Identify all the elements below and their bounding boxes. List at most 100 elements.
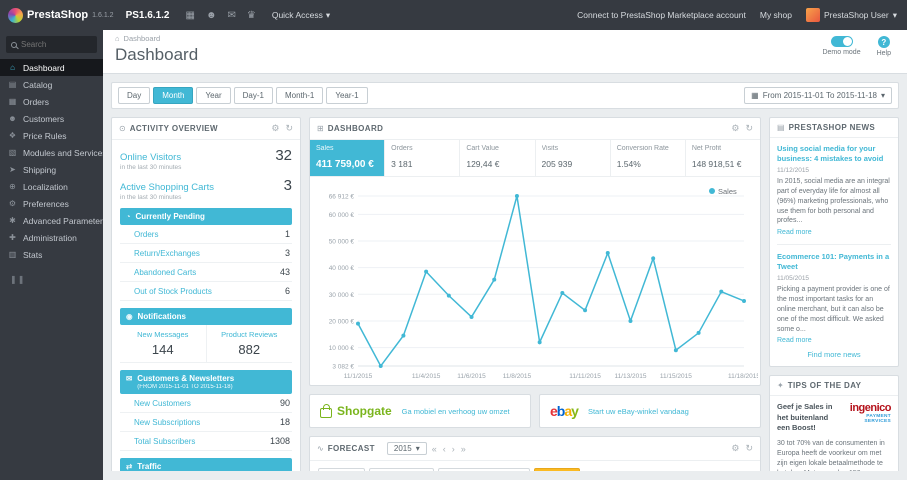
- pending-orders-link[interactable]: Orders: [134, 230, 158, 239]
- kpi-net-profit[interactable]: Net Profit 148 918,51 €: [686, 140, 760, 176]
- news-article-title[interactable]: Ecommerce 101: Payments in a Tweet: [777, 252, 891, 272]
- help-control[interactable]: ? Help: [877, 36, 891, 57]
- svg-text:11/11/2015: 11/11/2015: [569, 373, 601, 380]
- news-article-excerpt: In 2015, social media are an integral pa…: [777, 178, 890, 225]
- orders-notification-icon[interactable]: ▦: [185, 10, 194, 21]
- returns-link[interactable]: Return/Exchanges: [134, 249, 200, 258]
- kpi-cart-value[interactable]: Cart Value 129,44 €: [460, 140, 536, 176]
- ingenico-logo: ingenico PAYMENT SERVICES: [839, 402, 892, 432]
- kpi-conversion-rate[interactable]: Conversion Rate 1.54%: [611, 140, 686, 176]
- online-visitors-link[interactable]: Online Visitors: [120, 152, 181, 163]
- sidebar-item-preferences[interactable]: ⚙ Preferences: [0, 195, 103, 212]
- gear-icon[interactable]: ⚙: [731, 443, 739, 454]
- date-range-picker[interactable]: ▦ From 2015-11-01 To 2015-11-18 ▾: [744, 87, 892, 104]
- legend-traffic[interactable]: Traffic: [318, 468, 366, 471]
- sidebar-item-shipping[interactable]: ➤ Shipping: [0, 161, 103, 178]
- shopgate-module: Shopgate Ga mobiel en verhoog uw omzet: [309, 394, 531, 428]
- range-month-minus-1-button[interactable]: Month-1: [275, 87, 324, 104]
- sidebar-collapse-toggle[interactable]: ❚❚: [0, 263, 103, 296]
- kpi-orders[interactable]: Orders 3 181: [385, 140, 461, 176]
- year-select[interactable]: 2015 ▾: [386, 442, 427, 455]
- messages-notification-icon[interactable]: ✉: [227, 10, 235, 21]
- stats-icon: ▥: [8, 250, 17, 259]
- sidebar-item-modules[interactable]: ▧ Modules and Services: [0, 144, 103, 161]
- chevron-down-icon: ▾: [892, 9, 897, 20]
- prestashop-logo-icon: [8, 7, 23, 23]
- badges-icon[interactable]: ♛: [247, 10, 256, 21]
- range-year-button[interactable]: Year: [196, 87, 231, 104]
- sidebar-search[interactable]: [6, 36, 97, 53]
- legend-average-cart-value[interactable]: Average Cart Value: [438, 468, 531, 471]
- next-year-button[interactable]: ›: [451, 444, 456, 454]
- refresh-icon[interactable]: ↻: [285, 123, 293, 134]
- sidebar-item-price-rules[interactable]: ❖ Price Rules: [0, 127, 103, 144]
- demo-mode-control[interactable]: Demo mode: [822, 36, 861, 57]
- kpi-visits[interactable]: Visits 205 939: [536, 140, 611, 176]
- sidebar-item-dashboard[interactable]: ⌂ Dashboard: [0, 59, 103, 76]
- user-menu[interactable]: PrestaShop User ▾: [805, 8, 897, 22]
- refresh-icon[interactable]: ↻: [745, 123, 753, 134]
- my-shop-link[interactable]: My shop: [760, 10, 792, 20]
- active-carts-sub: in the last 30 minutes: [120, 194, 182, 201]
- find-more-news-link[interactable]: Find more news: [777, 345, 891, 362]
- range-day-button[interactable]: Day: [118, 87, 151, 104]
- legend-sales[interactable]: Sales: [534, 468, 580, 471]
- prestashop-logo[interactable]: PrestaShop 1.6.1.2: [0, 7, 122, 23]
- range-month-button[interactable]: Month: [153, 87, 194, 104]
- help-icon: ?: [877, 36, 890, 48]
- svg-text:11/1/2015: 11/1/2015: [344, 373, 373, 380]
- ingenico-tagline: PAYMENT SERVICES: [864, 414, 891, 425]
- last-year-button[interactable]: »: [460, 444, 467, 454]
- ebay-module: ebay Start uw eBay-winkel vandaag: [539, 394, 761, 428]
- search-input[interactable]: [21, 40, 89, 49]
- out-of-stock-link[interactable]: Out of Stock Products: [134, 287, 212, 296]
- sidebar-item-customers[interactable]: ☻ Customers: [0, 110, 103, 127]
- range-year-minus-1-button[interactable]: Year-1: [326, 87, 368, 104]
- demo-mode-toggle[interactable]: [830, 36, 853, 47]
- new-messages-cell[interactable]: New Messages 144: [120, 325, 206, 362]
- breadcrumb[interactable]: ⌂ Dashboard: [115, 34, 895, 43]
- previous-year-button[interactable]: ‹: [442, 444, 447, 454]
- kpi-sales[interactable]: Sales 411 759,00 €: [310, 140, 386, 176]
- shopgate-link[interactable]: Ga mobiel en verhoog uw omzet: [402, 407, 510, 416]
- new-customers-link[interactable]: New Customers: [134, 399, 191, 408]
- user-name: PrestaShop User: [823, 10, 889, 20]
- abandoned-carts-link[interactable]: Abandoned Carts: [134, 268, 196, 277]
- sidebar-item-advanced-parameters[interactable]: ✱ Advanced Parameters: [0, 212, 103, 229]
- home-icon: ⌂: [10, 63, 15, 72]
- forecast-icon: ∿: [317, 444, 324, 453]
- panel-title: DASHBOARD: [327, 124, 384, 133]
- panel-title: ACTIVITY OVERVIEW: [129, 124, 218, 133]
- kpi-label: Cart Value: [466, 145, 499, 152]
- marketplace-connect-link[interactable]: Connect to PrestaShop Marketplace accoun…: [577, 10, 746, 20]
- gear-icon[interactable]: ⚙: [731, 123, 739, 134]
- total-subscribers-link[interactable]: Total Subscribers: [134, 437, 195, 446]
- panel-tools: ⚙ ↻: [271, 123, 293, 134]
- customers-notification-icon[interactable]: ☻: [206, 10, 217, 21]
- sales-chart-container: 66 912 € 60 000 € 50 000 € 40 000 € 30 000 €…: [310, 177, 761, 385]
- new-subscriptions-link[interactable]: New Subscriptions: [134, 418, 200, 427]
- quick-access-menu[interactable]: Quick Access ▾: [272, 10, 330, 21]
- read-more-link[interactable]: Read more: [777, 229, 812, 236]
- refresh-icon[interactable]: ↻: [745, 443, 753, 454]
- product-reviews-cell[interactable]: Product Reviews 882: [205, 325, 293, 362]
- first-year-button[interactable]: «: [431, 444, 438, 454]
- sidebar-item-orders[interactable]: ▦ Orders: [0, 93, 103, 110]
- active-carts-link[interactable]: Active Shopping Carts: [120, 182, 214, 193]
- legend-conversion[interactable]: Conversion: [369, 468, 435, 471]
- folder-icon: ▤: [8, 80, 17, 89]
- range-day-minus-1-button[interactable]: Day-1: [233, 87, 273, 104]
- sidebar-item-stats[interactable]: ▥ Stats: [0, 246, 103, 263]
- gear-icon[interactable]: ⚙: [271, 123, 279, 134]
- activity-body: Online Visitors 32 in the last 30 minute…: [112, 140, 300, 471]
- svg-text:60 000 €: 60 000 €: [329, 212, 355, 219]
- sidebar-item-catalog[interactable]: ▤ Catalog: [0, 76, 103, 93]
- page-header: ⌂ Dashboard Dashboard Demo mode ? Help: [103, 30, 907, 74]
- total-subscribers-value: 1308: [269, 436, 290, 446]
- sidebar-item-administration[interactable]: ✚ Administration: [0, 229, 103, 246]
- news-article-title[interactable]: Using social media for your business: 4 …: [777, 144, 891, 164]
- ebay-link[interactable]: Start uw eBay-winkel vandaag: [588, 407, 689, 416]
- sidebar-item-localization[interactable]: ⊕ Localization: [0, 178, 103, 195]
- new-messages-value: 144: [151, 342, 174, 357]
- read-more-link[interactable]: Read more: [777, 337, 812, 344]
